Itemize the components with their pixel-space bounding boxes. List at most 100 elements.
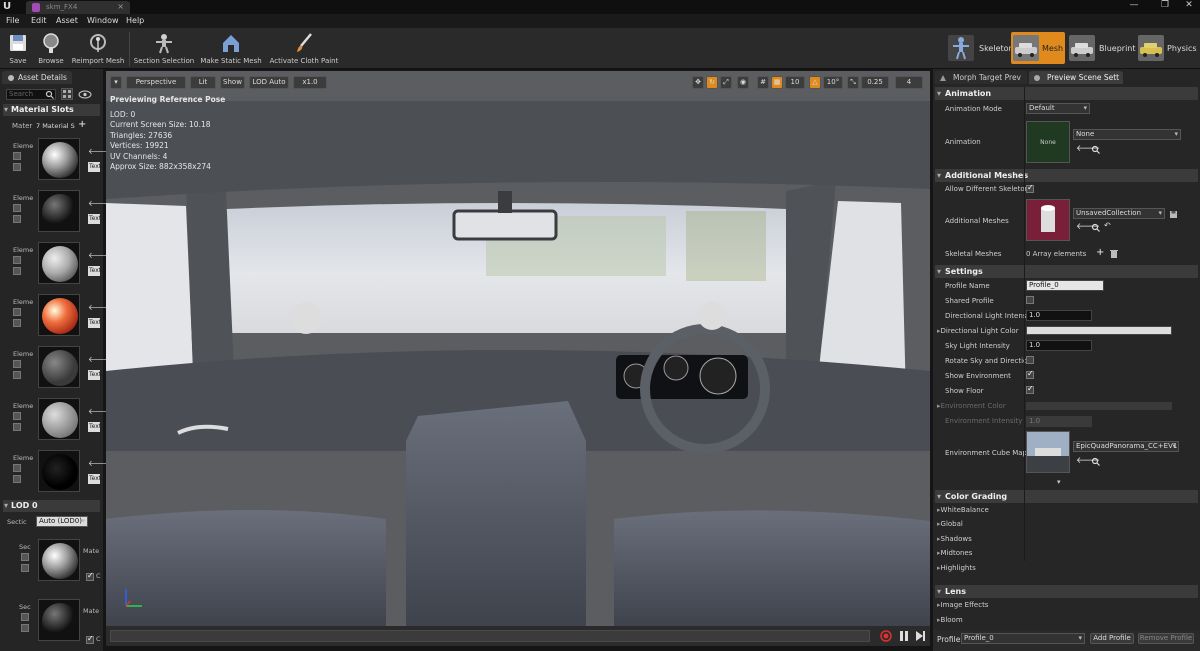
lod-header[interactable]: LOD 0 <box>3 500 100 512</box>
cast-shadow-checkbox[interactable] <box>86 571 94 581</box>
perspective-button[interactable]: Perspective <box>126 76 186 89</box>
eye-visibility-icon[interactable] <box>78 90 92 99</box>
directional-light-color-label[interactable]: Directional Light Color <box>937 327 1019 335</box>
isolate-checkbox[interactable] <box>13 319 21 327</box>
material-thumbnail[interactable] <box>38 346 80 388</box>
highlight-checkbox[interactable] <box>13 360 21 368</box>
reset-icon[interactable]: ↶ <box>1104 221 1111 230</box>
directional-light-color-swatch[interactable] <box>1026 326 1172 335</box>
playback-speed-button[interactable]: x1.0 <box>293 76 327 89</box>
material-slots-header[interactable]: Material Slots <box>3 104 100 116</box>
add-material-icon[interactable]: + <box>78 119 86 130</box>
highlight-checkbox[interactable] <box>13 464 21 472</box>
image-effects-item[interactable]: Image Effects <box>937 601 989 609</box>
lod-dropdown[interactable]: Auto (LOD0) <box>36 516 88 527</box>
texture-label[interactable]: Text <box>88 162 101 172</box>
timeline-scrubber[interactable] <box>110 630 870 642</box>
animation-asset-dropdown[interactable]: None <box>1073 129 1181 140</box>
highlights-item[interactable]: Highlights <box>937 564 976 572</box>
additional-meshes-section-header[interactable]: Additional Meshes <box>935 169 1198 182</box>
grid-snap-icon[interactable]: # <box>757 76 769 89</box>
texture-label[interactable]: Text <box>88 370 101 380</box>
tab-preview-scene-settings[interactable]: Preview Scene Sett <box>1029 71 1123 84</box>
make-static-mesh-button[interactable]: Make Static Mesh <box>199 30 263 68</box>
material-thumbnail[interactable] <box>38 138 80 180</box>
window-close-icon[interactable]: ✕ <box>1180 0 1198 12</box>
asset-details-tab[interactable]: Asset Details <box>2 71 72 84</box>
grid-size-value[interactable]: 10 <box>785 76 805 89</box>
color-grading-section-header[interactable]: Color Grading <box>935 490 1198 503</box>
scale-icon[interactable]: ⤢ <box>720 76 732 89</box>
settings-section-header[interactable]: Settings <box>935 265 1198 278</box>
profile-footer-dropdown[interactable]: Profile_0 <box>961 633 1085 644</box>
add-element-icon[interactable]: + <box>1096 247 1104 258</box>
global-item[interactable]: Global <box>937 520 963 528</box>
texture-label[interactable]: Text <box>88 422 101 432</box>
lit-button[interactable]: Lit <box>190 76 216 89</box>
rotation-snap-value[interactable]: 10° <box>823 76 843 89</box>
mode-physics[interactable]: Physics <box>1136 32 1198 64</box>
highlight-checkbox[interactable] <box>13 412 21 420</box>
scale-snap-icon[interactable]: ⤡ <box>847 76 859 89</box>
show-button[interactable]: Show <box>220 76 245 89</box>
menu-edit[interactable]: Edit <box>31 16 47 25</box>
save-collection-icon[interactable] <box>1169 210 1178 219</box>
isolate-checkbox[interactable] <box>13 371 21 379</box>
additional-meshes-thumbnail[interactable] <box>1026 199 1070 241</box>
document-tab[interactable]: skm_FX4 × <box>26 1 130 14</box>
mode-mesh[interactable]: Mesh <box>1011 32 1065 64</box>
additional-meshes-dropdown[interactable]: UnsavedCollection <box>1073 208 1165 219</box>
property-matrix-button[interactable] <box>61 88 73 100</box>
viewport-3d[interactable]: ▾ Perspective Lit Show LOD Auto x1.0 ✥ ↻… <box>106 71 930 626</box>
shadows-item[interactable]: Shadows <box>937 535 972 543</box>
section-checkbox[interactable] <box>21 613 29 621</box>
rotate-icon[interactable]: ↻ <box>706 76 718 89</box>
allow-different-skeleton-checkbox[interactable] <box>1026 183 1034 193</box>
menu-asset[interactable]: Asset <box>56 16 78 25</box>
menu-file[interactable]: File <box>6 16 19 25</box>
advanced-expand-icon[interactable]: ▾ <box>1057 478 1061 486</box>
section-material-thumbnail[interactable] <box>38 539 80 581</box>
cast-shadow-checkbox[interactable] <box>86 634 94 644</box>
texture-label[interactable]: Text <box>88 474 101 484</box>
midtones-item[interactable]: Midtones <box>937 549 973 557</box>
viewport-options-button[interactable]: ▾ <box>110 76 122 89</box>
camera-speed-button[interactable]: 4 <box>895 76 923 89</box>
isolate-checkbox[interactable] <box>13 423 21 431</box>
translate-icon[interactable]: ✥ <box>692 76 704 89</box>
browse-asset-search-icon[interactable] <box>1091 223 1100 232</box>
reimport-mesh-button[interactable]: Reimport Mesh <box>70 30 126 68</box>
material-thumbnail[interactable] <box>38 398 80 440</box>
rotation-snap-icon[interactable]: △ <box>809 76 821 89</box>
cube-map-thumbnail[interactable] <box>1026 431 1070 473</box>
highlight-checkbox[interactable] <box>13 152 21 160</box>
white-balance-item[interactable]: WhiteBalance <box>937 506 989 514</box>
maximize-icon[interactable]: ❐ <box>1156 0 1174 12</box>
save-button[interactable]: Save <box>2 30 34 68</box>
grid-snap-toggle-icon[interactable]: ▦ <box>771 76 783 89</box>
cube-map-dropdown[interactable]: EpicQuadPanorama_CC+EV1 <box>1073 441 1179 452</box>
add-profile-button[interactable]: Add Profile <box>1090 633 1134 644</box>
isolate-checkbox[interactable] <box>13 163 21 171</box>
highlight-checkbox[interactable] <box>13 308 21 316</box>
animation-section-header[interactable]: Animation <box>935 87 1198 100</box>
section-checkbox[interactable] <box>21 624 29 632</box>
mode-blueprint[interactable]: Blueprint <box>1067 32 1136 64</box>
material-thumbnail[interactable] <box>38 190 80 232</box>
tab-morph-target-preview[interactable]: Morph Target Prev <box>935 71 1027 84</box>
trash-icon[interactable] <box>1110 249 1118 258</box>
show-environment-checkbox[interactable] <box>1026 369 1034 379</box>
section-checkbox[interactable] <box>21 553 29 561</box>
animation-mode-dropdown[interactable]: Default <box>1026 103 1090 114</box>
show-floor-checkbox[interactable] <box>1026 384 1034 394</box>
world-local-icon[interactable]: ◉ <box>737 76 749 89</box>
material-thumbnail[interactable] <box>38 294 80 336</box>
animation-thumbnail[interactable]: None <box>1026 121 1070 163</box>
sky-light-intensity-input[interactable]: 1.0 <box>1026 340 1092 351</box>
lens-section-header[interactable]: Lens <box>935 585 1198 598</box>
pause-icon[interactable] <box>898 630 910 642</box>
step-forward-icon[interactable] <box>914 630 926 642</box>
menu-window[interactable]: Window <box>87 16 119 25</box>
isolate-checkbox[interactable] <box>13 475 21 483</box>
activate-cloth-paint-button[interactable]: Activate Cloth Paint <box>268 30 340 68</box>
